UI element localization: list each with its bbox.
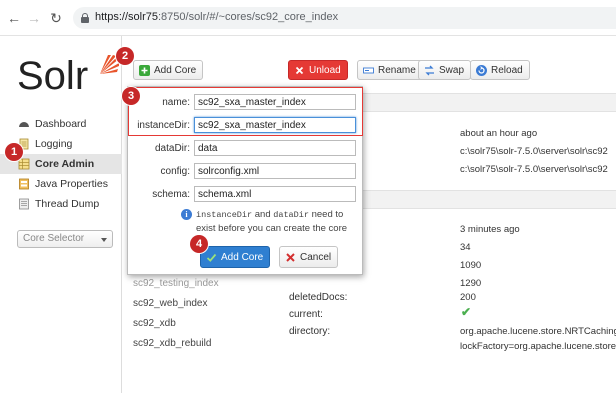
step-badge-2: 2 (116, 47, 134, 65)
lastModified-value: 3 minutes ago (460, 224, 520, 235)
highlight-rectangle (128, 87, 363, 136)
swap-button[interactable]: Swap (418, 60, 472, 80)
unload-button[interactable]: Unload (288, 60, 348, 80)
chevron-down-icon (101, 238, 107, 242)
core-list-item[interactable]: sc92_web_index (133, 298, 208, 309)
step-badge-4: 4 (190, 235, 208, 253)
create-core-hint: instanceDir and dataDir need to exist be… (196, 209, 348, 234)
rename-button[interactable]: Rename (357, 60, 423, 80)
close-x-icon (294, 65, 305, 76)
add-core-label: Add Core (154, 64, 197, 76)
info-icon: i (181, 209, 192, 220)
unload-label: Unload (309, 64, 341, 76)
checkmark-icon (206, 252, 217, 263)
add-core-button[interactable]: Add Core (133, 60, 204, 80)
nav-item-dashboard[interactable]: Dashboard (18, 114, 121, 134)
nav-label: Core Admin (35, 158, 95, 170)
step-badge-1: 1 (5, 143, 23, 161)
core-selector-dropdown[interactable]: Core Selector (17, 230, 113, 248)
refresh-icon (476, 64, 487, 76)
startTime-value: about an hour ago (460, 128, 538, 139)
reload-icon[interactable]: ↻ (48, 10, 64, 26)
forward-arrow-icon[interactable]: → (26, 10, 42, 26)
java-icon (18, 178, 30, 190)
nav-label: Dashboard (35, 118, 87, 130)
config-label: config: (160, 166, 190, 177)
core-list-item[interactable]: sc92_xdb (133, 318, 176, 329)
numDocs-value: 1090 (460, 260, 482, 271)
schema-input[interactable] (194, 186, 356, 202)
swap-icon (424, 65, 435, 76)
step-badge-3: 3 (122, 87, 140, 105)
current-label: current: (289, 309, 323, 320)
version-value: 34 (460, 242, 471, 253)
dashboard-icon (18, 118, 30, 130)
thread-dump-icon (18, 198, 30, 210)
dataDir-value: c:\solr75\solr-7.5.0\server\solr\sc92 (460, 164, 608, 175)
nav-item-logging[interactable]: Logging (18, 134, 121, 154)
deletedDocs-label: deletedDocs: (289, 292, 348, 303)
core-admin-icon (18, 158, 30, 170)
nav-item-java-properties[interactable]: Java Properties (18, 174, 121, 194)
rename-icon (363, 65, 374, 76)
dataDir-label: dataDir: (154, 143, 190, 154)
rename-label: Rename (378, 64, 416, 76)
browser-toolbar: ← → ↻ https://solr75:8750/solr/#/~cores/… (0, 0, 616, 36)
solr-logo[interactable]: Solr (17, 55, 119, 96)
maxDoc-value: 1290 (460, 278, 482, 289)
schema-label: schema: (152, 189, 190, 200)
lock-icon (81, 13, 89, 23)
core-list-item[interactable]: sc92_xdb_rebuild (133, 338, 211, 349)
instanceDir-value: c:\solr75\solr-7.5.0\server\solr\sc92 (460, 146, 608, 157)
dataDir-input[interactable] (194, 140, 356, 156)
url-text: https://solr75:8750/solr/#/~cores/sc92_c… (95, 11, 339, 23)
submit-label: Add Core (221, 251, 264, 263)
reload-core-button[interactable]: Reload (470, 60, 530, 80)
nav-label: Logging (35, 138, 73, 150)
config-input[interactable] (194, 163, 356, 179)
plus-icon (139, 64, 150, 76)
close-icon (285, 252, 296, 263)
directory-value-line1: org.apache.lucene.store.NRTCachingI (460, 326, 616, 337)
nav-label: Java Properties (35, 178, 108, 190)
deletedDocs-value: 200 (460, 292, 476, 303)
back-arrow-icon[interactable]: ← (6, 10, 22, 26)
cancel-button[interactable]: Cancel (279, 246, 339, 268)
reload-label: Reload (491, 64, 523, 76)
left-nav: Solr Dashboard Logging Core Admin Java P… (0, 36, 122, 393)
nav-item-thread-dump[interactable]: Thread Dump (18, 194, 121, 214)
cancel-label: Cancel (300, 251, 332, 263)
swap-label: Swap (439, 64, 465, 76)
core-list-item[interactable]: sc92_testing_index (133, 278, 219, 289)
check-icon: ✔ (461, 305, 472, 319)
directory-label: directory: (289, 326, 331, 337)
core-selector-label: Core Selector (23, 233, 85, 244)
address-bar[interactable]: https://solr75:8750/solr/#/~cores/sc92_c… (73, 7, 616, 29)
nav-label: Thread Dump (35, 198, 100, 210)
directory-value-line2: lockFactory=org.apache.lucene.store (460, 341, 616, 352)
submit-add-core-button[interactable]: Add Core (200, 246, 271, 268)
